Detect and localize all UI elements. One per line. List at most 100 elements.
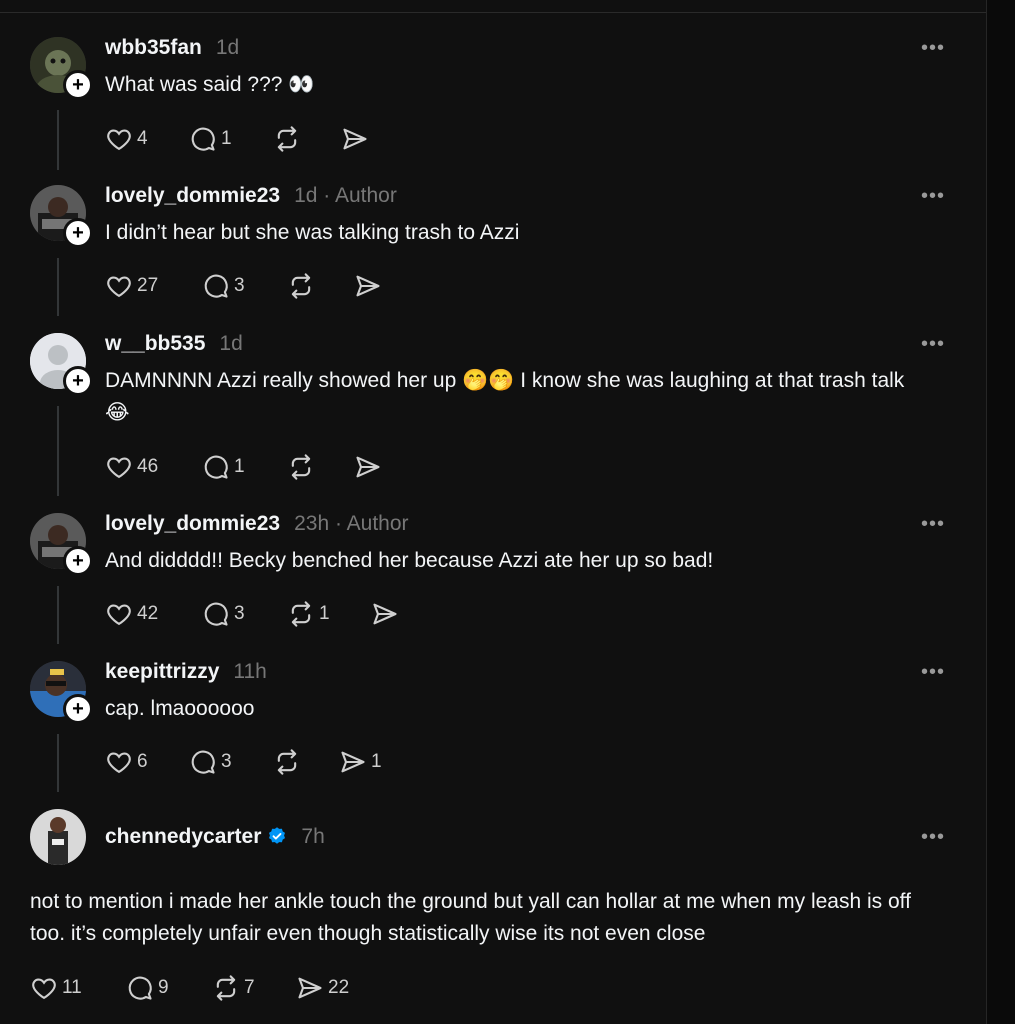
reply-count: 3 bbox=[221, 751, 232, 772]
share-button[interactable] bbox=[354, 270, 382, 302]
share-button[interactable]: 22 bbox=[296, 972, 349, 1004]
reply-count: 1 bbox=[234, 456, 245, 477]
timestamp: 11h bbox=[233, 660, 267, 683]
like-count: 42 bbox=[137, 603, 159, 624]
reply-button[interactable]: 3 bbox=[189, 746, 232, 778]
follow-button[interactable]: + bbox=[63, 218, 93, 248]
post-text: I didn’t hear but she was talking trash … bbox=[105, 221, 520, 244]
share-count: 1 bbox=[371, 751, 382, 772]
username[interactable]: lovely_dommie23 bbox=[105, 512, 280, 535]
thread-line bbox=[57, 734, 59, 792]
username[interactable]: lovely_dommie23 bbox=[105, 184, 280, 207]
send-icon bbox=[356, 275, 380, 297]
post-text: And didddd!! Becky benched her because A… bbox=[105, 549, 714, 572]
like-count: 46 bbox=[137, 456, 159, 477]
repost-icon bbox=[216, 975, 236, 1001]
repost-button[interactable] bbox=[287, 270, 315, 302]
reply-count: 3 bbox=[234, 275, 245, 296]
like-count: 27 bbox=[137, 275, 159, 296]
more-options-button[interactable]: ••• bbox=[918, 186, 948, 206]
reply-button[interactable]: 3 bbox=[202, 270, 245, 302]
like-count: 11 bbox=[62, 977, 82, 998]
avatar[interactable] bbox=[30, 809, 86, 865]
follow-button[interactable]: + bbox=[63, 694, 93, 724]
post-text: DAMNNNN Azzi really showed her up 🤭🤭 I k… bbox=[105, 369, 905, 424]
reply-count: 1 bbox=[221, 128, 232, 149]
repost-button[interactable] bbox=[273, 746, 301, 778]
repost-icon bbox=[277, 749, 297, 775]
more-options-button[interactable]: ••• bbox=[918, 38, 948, 58]
heart-icon bbox=[107, 752, 131, 774]
repost-button[interactable] bbox=[273, 123, 301, 155]
like-button[interactable]: 4 bbox=[105, 123, 148, 155]
timestamp: 1d bbox=[215, 36, 240, 59]
share-button[interactable]: 1 bbox=[339, 746, 382, 778]
divider bbox=[0, 12, 986, 13]
thread-line bbox=[57, 406, 59, 496]
more-options-button[interactable]: ••• bbox=[918, 827, 948, 847]
repost-button[interactable] bbox=[287, 451, 315, 483]
like-count: 4 bbox=[137, 128, 148, 149]
heart-icon bbox=[107, 129, 131, 151]
share-button[interactable] bbox=[341, 123, 369, 155]
repost-icon bbox=[291, 601, 311, 627]
thread-line bbox=[57, 258, 59, 316]
like-button[interactable]: 42 bbox=[105, 598, 158, 630]
like-button[interactable]: 27 bbox=[105, 270, 158, 302]
timestamp: 7h bbox=[301, 825, 325, 848]
heart-icon bbox=[107, 457, 131, 479]
author-tag: · Author bbox=[323, 184, 397, 207]
repost-count: 1 bbox=[319, 603, 330, 624]
like-count: 6 bbox=[137, 751, 148, 772]
send-icon bbox=[356, 456, 380, 478]
reply-button[interactable]: 3 bbox=[202, 598, 245, 630]
timestamp: 23h bbox=[294, 512, 330, 535]
comment-icon bbox=[191, 127, 215, 151]
more-options-button[interactable]: ••• bbox=[918, 514, 948, 534]
author-tag: · Author bbox=[334, 512, 409, 535]
repost-button[interactable]: 7 bbox=[212, 972, 255, 1004]
thread-line bbox=[57, 586, 59, 644]
send-icon bbox=[341, 751, 365, 773]
heart-icon bbox=[107, 604, 131, 626]
repost-button[interactable]: 1 bbox=[287, 598, 330, 630]
username[interactable]: chennedycarter bbox=[105, 825, 261, 848]
comment-icon bbox=[128, 976, 152, 1000]
post-text: cap. lmaoooooo bbox=[105, 697, 255, 720]
reply-count: 9 bbox=[158, 977, 169, 998]
share-button[interactable] bbox=[354, 451, 382, 483]
timestamp: 1d bbox=[219, 332, 243, 355]
like-button[interactable]: 46 bbox=[105, 451, 158, 483]
send-icon bbox=[298, 977, 322, 999]
follow-button[interactable]: + bbox=[63, 366, 93, 396]
share-button[interactable] bbox=[371, 598, 399, 630]
post-text: What was said ??? 👀 bbox=[105, 73, 315, 96]
username[interactable]: wbb35fan bbox=[105, 36, 202, 59]
more-options-button[interactable]: ••• bbox=[918, 334, 948, 354]
follow-button[interactable]: + bbox=[63, 546, 93, 576]
share-count: 22 bbox=[328, 977, 350, 998]
username[interactable]: w__bb535 bbox=[105, 332, 205, 355]
comment-icon bbox=[191, 750, 215, 774]
verified-badge-icon bbox=[269, 827, 286, 844]
heart-icon bbox=[107, 276, 131, 298]
reply-button[interactable]: 1 bbox=[202, 451, 245, 483]
repost-icon bbox=[277, 126, 297, 152]
username[interactable]: keepittrizzy bbox=[105, 660, 219, 683]
repost-icon bbox=[291, 273, 311, 299]
follow-button[interactable]: + bbox=[63, 70, 93, 100]
repost-count: 7 bbox=[244, 977, 255, 998]
reply-button[interactable]: 9 bbox=[126, 972, 169, 1004]
reply-button[interactable]: 1 bbox=[189, 123, 232, 155]
comment-icon bbox=[204, 455, 228, 479]
more-options-button[interactable]: ••• bbox=[918, 662, 948, 682]
repost-icon bbox=[291, 454, 311, 480]
like-button[interactable]: 6 bbox=[105, 746, 148, 778]
reply-count: 3 bbox=[234, 603, 245, 624]
comment-icon bbox=[204, 602, 228, 626]
send-icon bbox=[343, 128, 367, 150]
comment-icon bbox=[204, 274, 228, 298]
send-icon bbox=[373, 603, 397, 625]
like-button[interactable]: 11 bbox=[30, 972, 82, 1004]
heart-icon bbox=[32, 978, 56, 1000]
